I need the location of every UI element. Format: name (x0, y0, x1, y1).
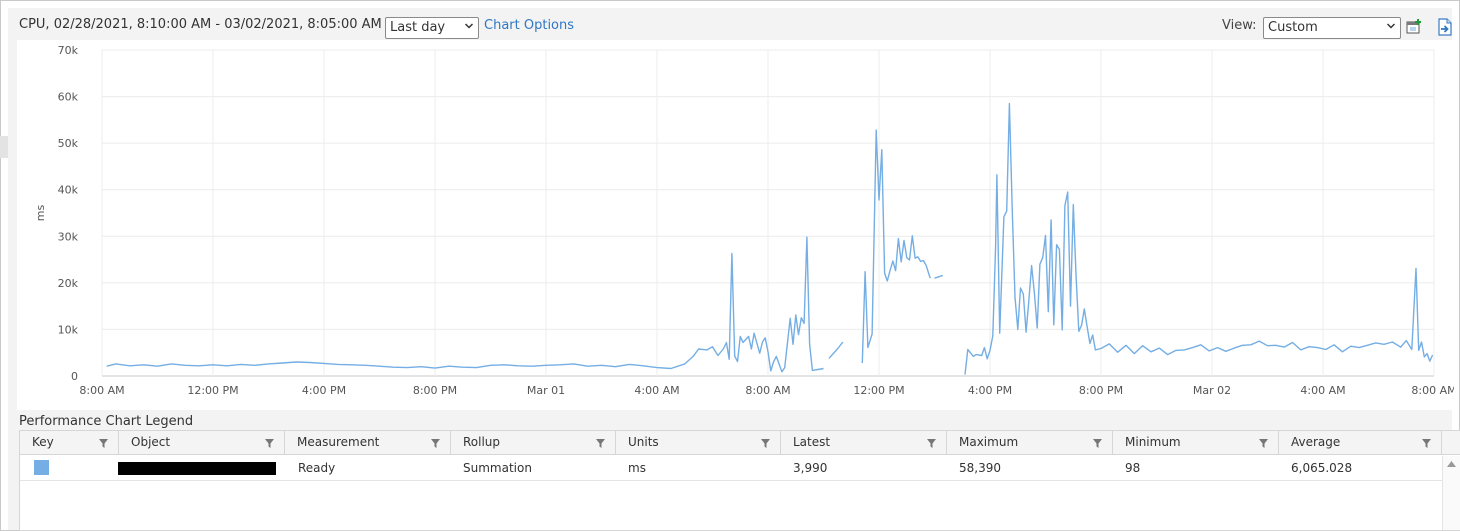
series-line (106, 236, 824, 373)
filter-icon[interactable] (927, 439, 936, 448)
x-tick-label: 4:00 PM (302, 384, 346, 397)
column-label: Key (32, 435, 54, 449)
cell-maximum: 58,390 (959, 461, 1001, 475)
column-header-average[interactable]: Average (1279, 431, 1442, 455)
x-tick-label: 8:00 AM (1411, 384, 1454, 397)
chevron-down-icon (465, 23, 473, 29)
filter-icon[interactable] (1093, 439, 1102, 448)
y-tick-label: 70k (58, 44, 79, 57)
column-header-rollup[interactable]: Rollup (451, 431, 616, 455)
x-tick-label: 8:00 AM (745, 384, 790, 397)
column-label: Latest (793, 435, 831, 449)
chart-title: CPU, 02/28/2021, 8:10:00 AM - 03/02/2021… (19, 17, 382, 32)
cell-average: 6,065.028 (1291, 461, 1353, 475)
x-tick-label: Mar 01 (527, 384, 565, 397)
time-period-select[interactable]: Last day (385, 17, 479, 39)
view-label: View: (1222, 18, 1257, 33)
x-tick-label: 4:00 AM (634, 384, 679, 397)
scroll-up-icon[interactable] (1447, 461, 1456, 467)
y-tick-label: 20k (58, 277, 79, 290)
cell-minimum: 98 (1125, 461, 1141, 475)
filter-icon[interactable] (1259, 439, 1268, 448)
x-tick-label: Mar 02 (1193, 384, 1231, 397)
filter-icon[interactable] (761, 439, 770, 448)
series-color-key (34, 460, 49, 475)
cell-units: ms (628, 461, 646, 475)
legend-header-row: Key Object Measurement Rollup Units Late… (20, 431, 1460, 455)
column-header-maximum[interactable]: Maximum (947, 431, 1113, 455)
column-header-latest[interactable]: Latest (781, 431, 947, 455)
series-line (828, 341, 844, 359)
new-chart-icon[interactable] (1405, 18, 1423, 36)
y-tick-label: 40k (58, 184, 79, 197)
legend-title: Performance Chart Legend (19, 414, 194, 429)
legend-scrollbar[interactable] (1442, 456, 1460, 530)
x-tick-label: 8:00 PM (1079, 384, 1123, 397)
series-line (964, 102, 1434, 375)
column-header-units[interactable]: Units (616, 431, 781, 455)
column-label: Maximum (959, 435, 1019, 449)
side-panel-handle[interactable] (0, 136, 8, 158)
filter-icon[interactable] (265, 439, 274, 448)
series-line (934, 274, 944, 279)
column-label: Measurement (297, 435, 380, 449)
line-chart: 0 10k 20k 30k 40k 50k 60k 70k 8:00 AM 12:00 PM 4:0… (17, 40, 1454, 410)
x-tick-label: 8:00 AM (79, 384, 124, 397)
chevron-down-icon (1387, 23, 1395, 29)
y-tick-label: 50k (58, 137, 79, 150)
legend-table: Key Object Measurement Rollup Units Late… (19, 430, 1460, 531)
filter-icon[interactable] (431, 439, 440, 448)
cell-rollup: Summation (463, 461, 532, 475)
x-tick-label: 4:00 PM (968, 384, 1012, 397)
column-label: Units (628, 435, 659, 449)
x-tick-label: 12:00 PM (187, 384, 238, 397)
x-tick-label: 4:00 AM (1300, 384, 1345, 397)
cell-latest: 3,990 (793, 461, 828, 475)
column-label: Average (1291, 435, 1341, 449)
view-select[interactable]: Custom (1263, 17, 1401, 39)
y-tick-label: 30k (58, 230, 79, 243)
time-period-value: Last day (390, 20, 446, 35)
export-icon[interactable] (1436, 18, 1454, 36)
x-tick-label: 12:00 PM (853, 384, 904, 397)
filter-icon[interactable] (99, 439, 108, 448)
column-label: Minimum (1125, 435, 1181, 449)
column-header-measurement[interactable]: Measurement (285, 431, 451, 455)
view-value: Custom (1268, 20, 1318, 35)
y-tick-label: 0 (71, 370, 78, 383)
chart-options-link[interactable]: Chart Options (484, 18, 574, 33)
legend-row[interactable]: Ready Summation ms 3,990 58,390 98 6,065… (20, 456, 1442, 481)
filter-icon[interactable] (596, 439, 605, 448)
object-name-redacted (118, 462, 276, 475)
column-label: Rollup (463, 435, 501, 449)
column-label: Object (131, 435, 171, 449)
column-header-object[interactable]: Object (119, 431, 285, 455)
filter-icon[interactable] (1422, 439, 1431, 448)
cell-measurement: Ready (298, 461, 336, 475)
y-axis-label: ms (34, 205, 47, 222)
series-line (861, 129, 931, 364)
y-tick-label: 10k (58, 323, 79, 336)
column-header-minimum[interactable]: Minimum (1113, 431, 1279, 455)
chart-svg: 0 10k 20k 30k 40k 50k 60k 70k 8:00 AM 12:00 PM 4:0… (34, 44, 1454, 397)
y-tick-label: 60k (58, 91, 79, 104)
x-tick-label: 8:00 PM (413, 384, 457, 397)
column-header-key[interactable]: Key (20, 431, 119, 455)
